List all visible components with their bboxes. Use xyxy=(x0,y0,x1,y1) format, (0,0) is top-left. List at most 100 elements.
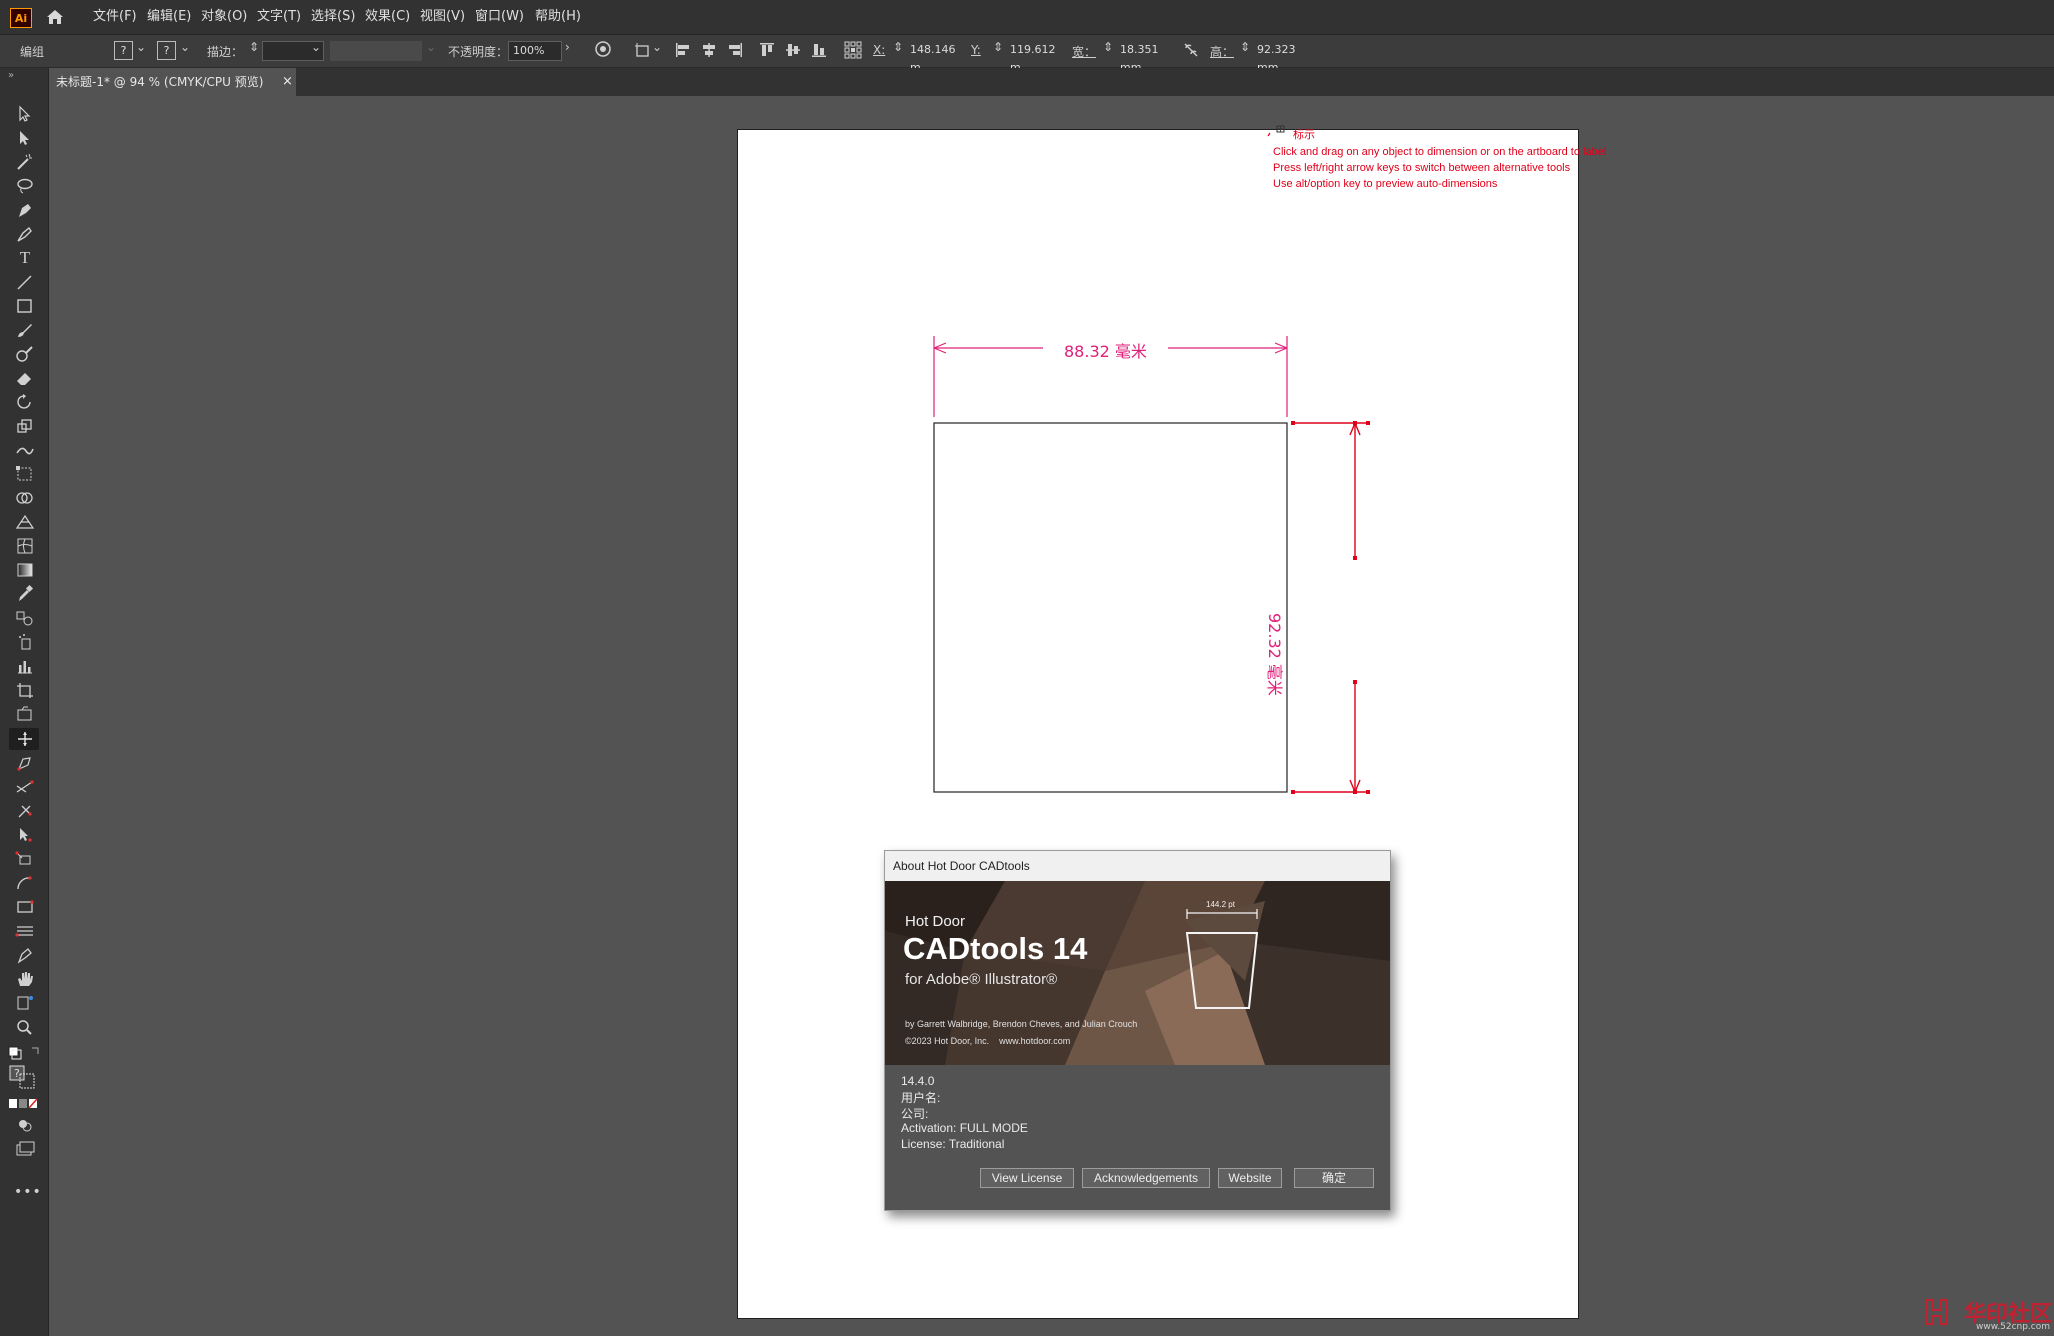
cadtools-arc-tool-icon[interactable] xyxy=(14,874,36,892)
slice-tool-icon[interactable] xyxy=(14,705,36,723)
cadtools-scale-tool-icon[interactable] xyxy=(14,850,36,868)
blob-brush-tool-icon[interactable] xyxy=(14,345,36,363)
app-logo: Ai xyxy=(10,8,32,28)
stepper-icon[interactable]: ⇕ xyxy=(1240,40,1250,54)
chevron-down-icon[interactable]: ⌄ xyxy=(311,40,321,54)
drawing-mode-icon[interactable] xyxy=(14,1116,36,1134)
default-fill-stroke-icon[interactable] xyxy=(8,1046,42,1060)
chevron-down-icon[interactable]: ⌄ xyxy=(136,40,146,54)
menu-select[interactable]: 选择(S) xyxy=(304,0,362,34)
magic-wand-tool-icon[interactable] xyxy=(14,153,36,171)
height-input[interactable]: 92.323 mm xyxy=(1253,41,1313,74)
rectangle-tool-icon[interactable] xyxy=(14,297,36,315)
paintbrush-tool-icon[interactable] xyxy=(14,321,36,339)
reference-point-icon[interactable] xyxy=(844,41,862,59)
artboard-tool-icon[interactable] xyxy=(14,681,36,699)
direct-selection-tool-icon[interactable] xyxy=(14,129,36,147)
fill-swatch[interactable]: ? xyxy=(114,41,133,60)
chevron-right-icon[interactable]: › xyxy=(565,40,570,54)
stroke-swatch[interactable]: ? xyxy=(157,41,176,60)
ok-button[interactable]: 确定 xyxy=(1294,1168,1374,1188)
menu-view[interactable]: 视图(V) xyxy=(413,0,472,34)
color-mode-icon[interactable] xyxy=(8,1098,42,1110)
menu-edit[interactable]: 编辑(E) xyxy=(140,0,198,34)
shape-builder-tool-icon[interactable] xyxy=(14,489,36,507)
svg-text:?: ? xyxy=(14,1067,20,1080)
fill-stroke-icon[interactable]: ? xyxy=(8,1064,42,1090)
align-top-icon[interactable] xyxy=(758,41,776,59)
cadtools-rectangle-tool-icon[interactable] xyxy=(14,898,36,916)
menu-effect[interactable]: 效果(C) xyxy=(358,0,417,34)
cadtools-select-tool-icon[interactable] xyxy=(14,826,36,844)
recolor-icon[interactable] xyxy=(594,40,612,58)
column-graph-tool-icon[interactable] xyxy=(14,657,36,675)
hand-tool-icon[interactable] xyxy=(14,970,36,988)
opacity-input[interactable]: 100% xyxy=(508,41,562,61)
cadtools-label-tool-icon[interactable] xyxy=(14,754,36,772)
align-center-icon[interactable] xyxy=(700,41,718,59)
document-tab-bar xyxy=(0,68,2054,96)
pen-tool-icon[interactable] xyxy=(14,201,36,219)
blend-tool-icon[interactable] xyxy=(14,609,36,627)
width-dimension-label: 88.32 毫米 xyxy=(1064,342,1147,361)
y-input[interactable]: 119.612 m xyxy=(1006,41,1066,74)
cadtools-transform-tool-icon[interactable] xyxy=(14,802,36,820)
scale-tool-icon[interactable] xyxy=(14,417,36,435)
selection-handles xyxy=(1291,421,1370,794)
cadtools-panel-icon[interactable] xyxy=(14,994,36,1012)
brand-name: Hot Door xyxy=(905,913,966,930)
align-middle-icon[interactable] xyxy=(784,41,802,59)
align-left-icon[interactable] xyxy=(674,41,692,59)
acknowledgements-button[interactable]: Acknowledgements xyxy=(1082,1168,1210,1188)
panel-collapse-icon[interactable]: » xyxy=(8,70,14,81)
symbol-sprayer-tool-icon[interactable] xyxy=(14,633,36,651)
free-transform-tool-icon[interactable] xyxy=(14,465,36,483)
stepper-icon[interactable]: ⇕ xyxy=(993,40,1003,54)
align-bottom-icon[interactable] xyxy=(810,41,828,59)
warp-tool-icon[interactable] xyxy=(14,441,36,459)
perspective-grid-tool-icon[interactable] xyxy=(14,513,36,531)
cadtools-pen-tool-icon[interactable] xyxy=(14,946,36,964)
curvature-tool-icon[interactable] xyxy=(14,225,36,243)
cadtools-line-tool-icon[interactable] xyxy=(14,922,36,940)
align-right-icon[interactable] xyxy=(726,41,744,59)
transform-icon[interactable] xyxy=(634,41,652,59)
x-input[interactable]: 148.146 m xyxy=(906,41,966,74)
chevron-down-icon[interactable]: ⌄ xyxy=(180,40,190,54)
eraser-tool-icon[interactable] xyxy=(14,369,36,387)
website-button[interactable]: Website xyxy=(1218,1168,1282,1188)
brush-definition-select[interactable] xyxy=(330,41,422,61)
selection-label: 编组 xyxy=(20,45,45,59)
rotate-tool-icon[interactable] xyxy=(14,393,36,411)
stepper-icon[interactable]: ⇕ xyxy=(1103,40,1113,54)
chevron-down-icon[interactable]: ⌄ xyxy=(652,40,662,54)
zoom-tool-icon[interactable] xyxy=(14,1018,36,1036)
menu-type[interactable]: 文字(T) xyxy=(250,0,308,34)
screen-mode-icon[interactable] xyxy=(14,1140,36,1158)
type-tool-icon[interactable]: T xyxy=(14,248,36,267)
height-label: 高： xyxy=(1210,45,1235,59)
home-icon[interactable] xyxy=(44,6,66,28)
product-name: CADtools 14 xyxy=(903,931,1088,966)
menu-file[interactable]: 文件(F) xyxy=(86,0,144,34)
eyedropper-tool-icon[interactable] xyxy=(14,585,36,603)
mesh-tool-icon[interactable] xyxy=(14,537,36,555)
more-tools-icon[interactable]: ••• xyxy=(14,1184,42,1200)
gradient-tool-icon[interactable] xyxy=(14,561,36,579)
menu-window[interactable]: 窗口(W) xyxy=(468,0,531,34)
link-icon[interactable] xyxy=(1183,42,1199,58)
stepper-icon[interactable]: ⇕ xyxy=(893,40,903,54)
menu-object[interactable]: 对象(O) xyxy=(194,0,254,34)
selection-tool-icon[interactable] xyxy=(14,105,36,123)
stepper-icon[interactable]: ⇕ xyxy=(249,40,259,54)
product-subtitle: for Adobe® Illustrator® xyxy=(905,971,1058,988)
close-icon[interactable]: × xyxy=(282,68,296,96)
lasso-tool-icon[interactable] xyxy=(14,177,36,195)
view-license-button[interactable]: View License xyxy=(980,1168,1074,1188)
menu-help[interactable]: 帮助(H) xyxy=(528,0,588,34)
document-tab[interactable]: 未标题-1* @ 94 % (CMYK/CPU 预览) xyxy=(48,68,296,96)
width-input[interactable]: 18.351 mm xyxy=(1116,41,1176,74)
cadtools-dimension-tool-icon[interactable] xyxy=(14,730,36,748)
cadtools-construct-tool-icon[interactable] xyxy=(14,778,36,796)
line-tool-icon[interactable] xyxy=(14,273,36,291)
